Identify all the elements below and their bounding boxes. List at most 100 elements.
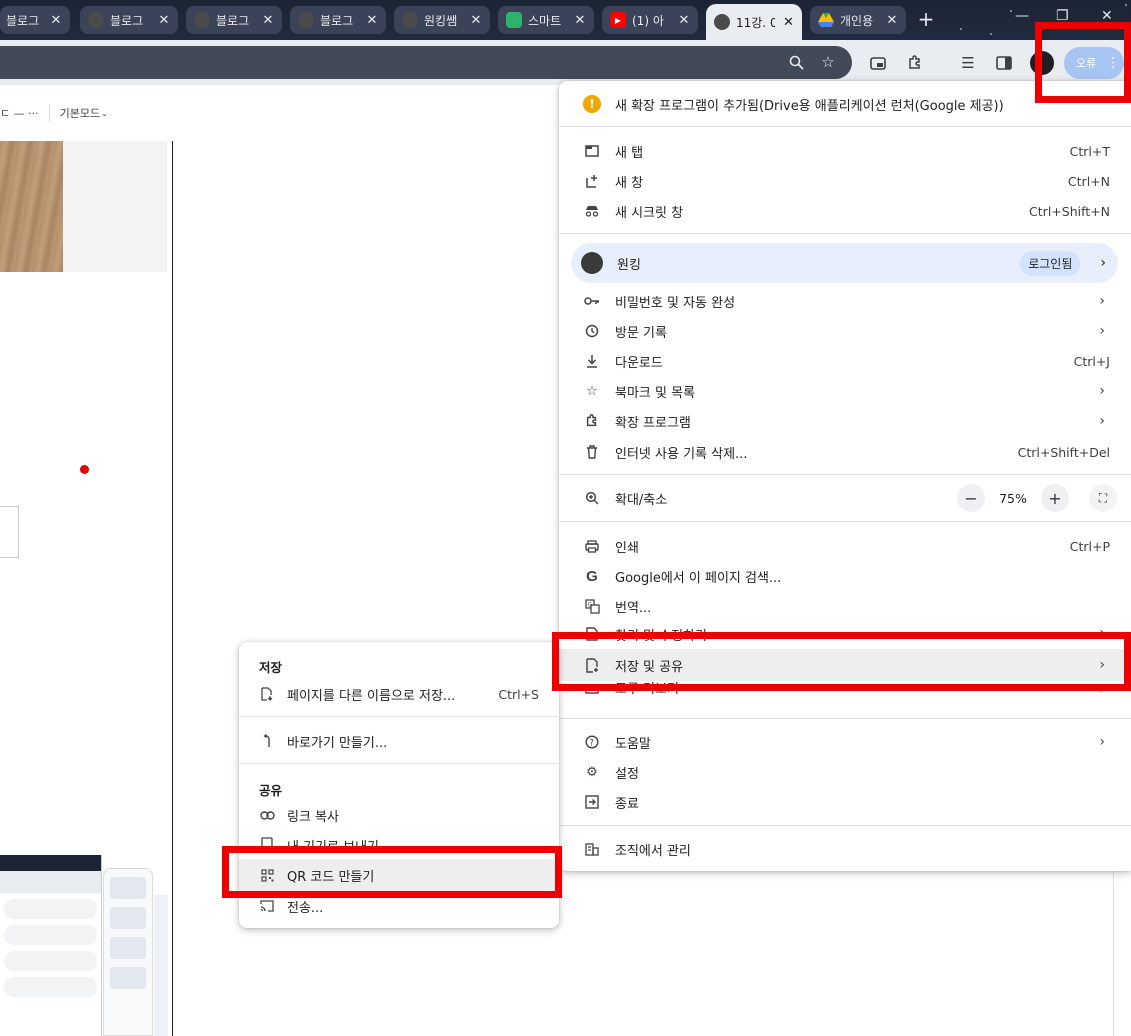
address-bar[interactable]: ☆ <box>0 46 852 79</box>
menu-item-new-window[interactable]: 새 창 Ctrl+N <box>559 166 1131 196</box>
new-tab-button[interactable]: + <box>914 8 938 32</box>
close-icon[interactable]: ✕ <box>676 13 692 28</box>
menu-divider <box>239 716 559 717</box>
mini-card <box>110 877 146 899</box>
divider <box>1113 871 1114 1036</box>
submenu-item-create-shortcut[interactable]: 바로가기 만들기... <box>239 726 559 756</box>
mini-card <box>110 967 146 989</box>
tab-title: 원킹쌤 <box>424 13 458 28</box>
menu-item-downloads[interactable]: 다운로드 Ctrl+J <box>559 346 1131 376</box>
close-icon[interactable]: ✕ <box>468 13 484 28</box>
submenu-item-shortcut: Ctrl+S <box>498 686 539 702</box>
exit-icon <box>583 793 601 811</box>
highlight-box-save-share <box>552 632 1131 691</box>
tab-title: 개인용 <box>840 13 874 28</box>
red-dot-marker <box>80 465 89 474</box>
menu-item-print[interactable]: 인쇄 Ctrl+P <box>559 531 1131 561</box>
menu-item-label: 인쇄 <box>615 540 639 556</box>
incognito-icon <box>583 202 601 220</box>
tab[interactable]: 원킹쌤 ✕ <box>394 6 490 34</box>
extensions-icon[interactable] <box>905 53 925 73</box>
picture-in-picture-icon[interactable] <box>868 53 888 73</box>
close-icon[interactable]: ✕ <box>48 13 64 28</box>
tab-strip: 블로그 ✕ 블로그 ✕ 블로그 ✕ 블로그 ✕ 원킹쌤 ✕ 스마트 ✕ ▶ (1… <box>0 0 1131 40</box>
fullscreen-icon[interactable]: ⛶ <box>1089 484 1117 512</box>
submenu-item-copy-link[interactable]: 링크 복사 <box>239 800 559 830</box>
svg-text:?: ? <box>589 738 594 748</box>
chevron-right-icon: › <box>1100 255 1106 271</box>
menu-item-extensions[interactable]: 확장 프로그램 › <box>559 406 1131 436</box>
zoom-in-button[interactable]: + <box>1041 484 1069 512</box>
menu-item-label: 북마크 및 목록 <box>615 385 696 401</box>
menu-item-help[interactable]: ? 도움말 › <box>559 727 1131 757</box>
mini-card <box>110 937 146 959</box>
menu-divider <box>559 521 1131 522</box>
star-decoration <box>960 28 962 30</box>
tab[interactable]: 스마트 ✕ <box>498 6 594 34</box>
star-decoration <box>1010 10 1012 12</box>
menu-item-settings[interactable]: ⚙ 설정 <box>559 757 1131 787</box>
mode-selector[interactable]: 기본모드 <box>60 105 100 121</box>
close-icon[interactable]: ✕ <box>260 13 276 28</box>
mini-row <box>4 977 97 997</box>
menu-item-history[interactable]: 방문 기록 › <box>559 316 1131 346</box>
mini-tabstrip <box>0 855 101 871</box>
shield-icon <box>506 12 522 28</box>
link-icon <box>259 807 275 823</box>
menu-divider <box>559 474 1131 475</box>
menu-item-new-tab[interactable]: 새 탭 Ctrl+T <box>559 136 1131 166</box>
chevron-right-icon: › <box>1099 293 1105 309</box>
zoom-icon[interactable] <box>786 52 806 72</box>
avatar-icon <box>88 12 104 28</box>
tab[interactable]: 개인용 ✕ <box>810 6 906 34</box>
star-icon: ☆ <box>586 383 598 399</box>
zoom-in-icon <box>583 489 601 507</box>
save-page-icon <box>259 686 275 702</box>
close-icon[interactable]: ✕ <box>884 13 900 28</box>
close-icon[interactable]: ✕ <box>572 13 588 28</box>
tab[interactable]: 블로그 ✕ <box>290 6 386 34</box>
close-icon[interactable]: ✕ <box>781 15 796 30</box>
menu-item-search-page[interactable]: G Google에서 이 페이지 검색... <box>559 561 1131 591</box>
tab-title: 블로그 <box>216 13 250 28</box>
warning-icon: ! <box>583 95 601 113</box>
section-heading-save: 저장 <box>259 660 283 675</box>
menu-item-managed[interactable]: 조직에서 관리 <box>559 834 1131 864</box>
bookmark-star-icon[interactable]: ☆ <box>818 52 838 72</box>
menu-item-label: 다운로드 <box>615 355 663 371</box>
shortcut-arrow-icon <box>259 733 275 749</box>
media-control-icon[interactable]: ☰ <box>958 53 978 73</box>
menu-item-incognito[interactable]: 새 시크릿 창 Ctrl+Shift+N <box>559 196 1131 226</box>
close-icon[interactable]: ✕ <box>364 13 380 28</box>
menu-item-profile[interactable]: 원킹 로그인됨 › <box>571 243 1118 283</box>
menu-item-exit[interactable]: 종료 <box>559 787 1131 817</box>
cast-icon <box>259 898 275 914</box>
menu-item-label: 종료 <box>615 796 639 812</box>
menu-item-passwords[interactable]: 비밀번호 및 자동 완성 › <box>559 286 1131 316</box>
tab[interactable]: ▶ (1) 아 ✕ <box>602 6 698 34</box>
menu-item-translate[interactable]: G 번역... <box>559 591 1131 621</box>
zoom-out-button[interactable]: − <box>957 484 985 512</box>
avatar-icon <box>298 12 314 28</box>
mini-row <box>4 899 97 919</box>
submenu-item-label: 바로가기 만들기... <box>287 735 388 751</box>
menu-item-clear-data[interactable]: 인터넷 사용 기록 삭제... Ctrl+Shift+Del <box>559 437 1131 467</box>
tab-title: 11강. 0 <box>736 15 775 30</box>
zoom-level: 75% <box>999 490 1027 506</box>
close-icon[interactable]: ✕ <box>156 13 172 28</box>
menu-item-shortcut: Ctrl+Shift+N <box>1029 203 1110 219</box>
embedded-sidebar <box>154 895 168 1036</box>
tab[interactable]: 블로그 ✕ <box>80 6 178 34</box>
minimize-icon[interactable]: — <box>1015 8 1029 24</box>
side-panel-icon[interactable] <box>994 53 1014 73</box>
tab[interactable]: 블로그 ✕ <box>0 6 70 34</box>
tab[interactable]: 블로그 ✕ <box>186 6 282 34</box>
menu-item-bookmarks[interactable]: ☆ 북마크 및 목록 › <box>559 376 1131 406</box>
tab-active[interactable]: 11강. 0 ✕ <box>706 4 802 40</box>
submenu-item-save-page[interactable]: 페이지를 다른 이름으로 저장... Ctrl+S <box>239 679 559 709</box>
help-icon: ? <box>583 733 601 751</box>
chevron-right-icon: › <box>1099 734 1105 750</box>
editor-tools[interactable]: ㄷ — ··· <box>0 105 39 121</box>
status-badge: 로그인됨 <box>1020 250 1081 276</box>
mini-toolbar <box>0 871 101 893</box>
